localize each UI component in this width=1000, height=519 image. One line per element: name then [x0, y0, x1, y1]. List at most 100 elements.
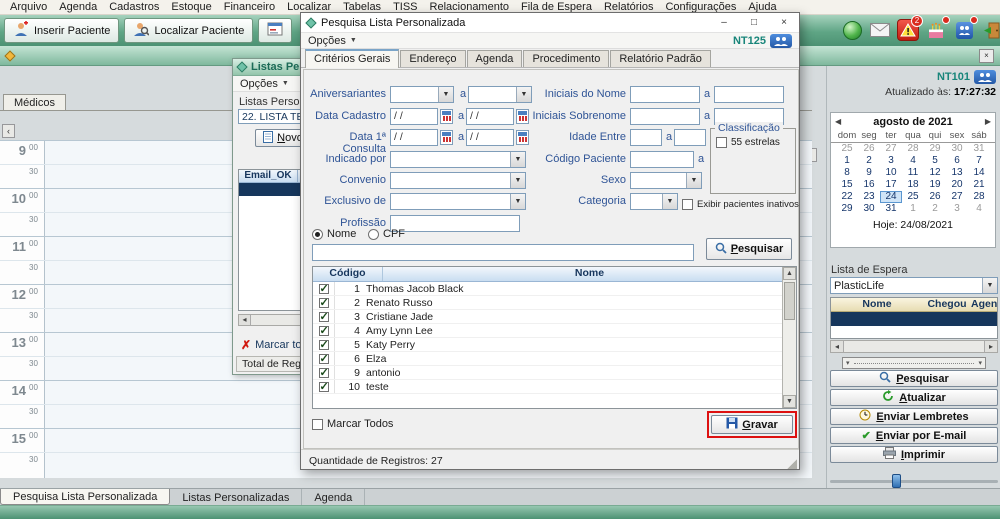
dropdown-arrow-icon[interactable]: ▼ — [982, 278, 997, 293]
calendar-day[interactable]: 26 — [924, 191, 946, 203]
tab-medicos[interactable]: Médicos — [3, 94, 66, 111]
menu-item-arquivo[interactable]: Arquivo — [4, 1, 53, 13]
calendar-day[interactable]: 26 — [858, 143, 880, 155]
calendar-date-icon[interactable] — [440, 130, 453, 145]
exclusivo-de-select[interactable]: ▼ — [390, 193, 526, 210]
scroll-thumb[interactable] — [784, 282, 795, 320]
dropdown-arrow-icon[interactable]: ▼ — [516, 87, 531, 102]
row-checkbox[interactable] — [313, 380, 335, 393]
result-row[interactable]: 5Katy Perry — [313, 338, 796, 352]
data-consulta-de-input[interactable]: / / — [390, 129, 438, 146]
tab-criterios-gerais[interactable]: Critérios Gerais — [305, 49, 399, 68]
close-icon[interactable]: × — [769, 13, 799, 32]
calendar-day[interactable]: 12 — [924, 167, 946, 179]
scroll-up-icon[interactable]: ▲ — [783, 267, 796, 280]
calendar-day[interactable]: 14 — [968, 167, 990, 179]
calendar-day[interactable]: 3 — [880, 155, 902, 167]
iniciais-nome-de-input[interactable] — [630, 86, 700, 103]
search-input[interactable] — [312, 244, 694, 261]
pager-left-icon[interactable]: ▾ — [846, 359, 850, 367]
radio-nome[interactable]: Nome — [312, 228, 356, 240]
pager-right-icon[interactable]: ▾ — [978, 359, 982, 367]
enviar-email-button[interactable]: ✔ Enviar por E-mail — [830, 427, 998, 444]
menu-item-cadastros[interactable]: Cadastros — [103, 1, 165, 13]
col-agend[interactable]: Agend — [971, 298, 997, 311]
calendar-day[interactable]: 29 — [924, 143, 946, 155]
zoom-slider[interactable] — [830, 474, 998, 488]
dropdown-arrow-icon[interactable]: ▼ — [510, 194, 525, 209]
idade-de-input[interactable] — [630, 129, 662, 146]
gravar-button[interactable]: Gravar — [711, 415, 793, 434]
calendar-day[interactable]: 30 — [946, 143, 968, 155]
result-row[interactable]: 9antonio — [313, 366, 796, 380]
waitlist-selected-row[interactable] — [831, 312, 997, 326]
menu-item-financeiro[interactable]: Financeiro — [218, 1, 281, 13]
insert-patient-button[interactable]: Inserir Paciente — [4, 18, 119, 43]
calendar-date-icon[interactable] — [440, 109, 453, 124]
result-row[interactable]: 2Renato Russo — [313, 296, 796, 310]
checkbox-icon[interactable] — [682, 199, 693, 210]
calendar-day[interactable]: 17 — [880, 179, 902, 191]
calendar-day[interactable]: 8 — [836, 167, 858, 179]
calendar-day[interactable]: 25 — [902, 191, 924, 203]
iniciais-nome-ate-input[interactable] — [714, 86, 784, 103]
contacts-icon[interactable] — [952, 18, 976, 42]
mail-icon[interactable] — [868, 18, 892, 42]
resize-grip[interactable] — [786, 458, 797, 469]
next-month-icon[interactable]: ▶ — [979, 117, 991, 126]
calendar-day[interactable]: 19 — [924, 179, 946, 191]
row-checkbox[interactable] — [313, 366, 335, 379]
menu-item-estoque[interactable]: Estoque — [165, 1, 217, 13]
categoria-select[interactable]: ▼ — [630, 193, 678, 210]
calendar-day[interactable]: 6 — [946, 155, 968, 167]
dropdown-arrow-icon[interactable]: ▼ — [438, 87, 453, 102]
calendar-day[interactable]: 22 — [836, 191, 858, 203]
toolbar-extra-button[interactable] — [258, 18, 292, 43]
calendar-day[interactable]: 28 — [902, 143, 924, 155]
row-checkbox[interactable] — [313, 338, 335, 351]
calendar-day[interactable]: 1 — [902, 203, 924, 215]
calendar-date-icon[interactable] — [516, 130, 529, 145]
scroll-down-icon[interactable]: ▼ — [783, 395, 796, 408]
data-consulta-ate-input[interactable]: / / — [466, 129, 514, 146]
result-row[interactable]: 10teste — [313, 380, 796, 394]
calendar-day[interactable]: 4 — [968, 203, 990, 215]
tab-relatorio-padrao[interactable]: Relatório Padrão — [610, 50, 711, 67]
radio-cpf[interactable]: CPF — [368, 228, 405, 240]
dropdown-arrow-icon[interactable]: ▼ — [510, 152, 525, 167]
prev-month-icon[interactable]: ◀ — [835, 117, 847, 126]
calendar-day[interactable]: 30 — [858, 203, 880, 215]
calendar-day[interactable]: 27 — [880, 143, 902, 155]
marcar-todos-checkbox[interactable]: Marcar Todos — [312, 418, 393, 430]
calendar-day[interactable]: 7 — [968, 155, 990, 167]
calendar-day[interactable]: 20 — [946, 179, 968, 191]
scroll-left-icon[interactable]: ◂ — [239, 315, 251, 325]
aniversariantes-ate-select[interactable]: ▼ — [468, 86, 532, 103]
tab-agenda[interactable]: Agenda — [467, 50, 523, 67]
calendar-day[interactable]: 15 — [836, 179, 858, 191]
calendar-day-selected[interactable]: 24 — [880, 191, 902, 203]
col-chegou[interactable]: Chegou — [923, 298, 971, 311]
status-green-icon[interactable] — [840, 18, 864, 42]
menu-item-agenda[interactable]: Agenda — [53, 1, 103, 13]
scroll-right-icon[interactable]: ▸ — [984, 341, 997, 352]
calendar-day[interactable]: 10 — [880, 167, 902, 179]
radio-icon[interactable] — [312, 229, 323, 240]
bottom-tab-agenda[interactable]: Agenda — [302, 489, 365, 505]
result-row[interactable]: 4Amy Lynn Lee — [313, 324, 796, 338]
col-email-ok[interactable]: Email_OK — [239, 170, 297, 182]
calendar-day[interactable]: 9 — [858, 167, 880, 179]
calendar-day[interactable]: 4 — [902, 155, 924, 167]
calendar-day[interactable]: 16 — [858, 179, 880, 191]
atualizar-button[interactable]: Atualizar — [830, 389, 998, 406]
checkbox-icon[interactable] — [716, 137, 727, 148]
result-row[interactable]: 1Thomas Jacob Black — [313, 282, 796, 296]
mdi-close-button[interactable]: × — [979, 49, 994, 63]
convenio-select[interactable]: ▼ — [390, 172, 526, 189]
row-checkbox[interactable] — [313, 282, 335, 295]
imprimir-button[interactable]: Imprimir — [830, 446, 998, 463]
bottom-tab-listas[interactable]: Listas Personalizadas — [170, 489, 302, 505]
col-nome[interactable]: Nome — [383, 267, 796, 281]
enviar-lembretes-button[interactable]: Enviar Lembretes — [830, 408, 998, 425]
calendar-today[interactable]: Hoje: 24/08/2021 — [831, 219, 995, 231]
